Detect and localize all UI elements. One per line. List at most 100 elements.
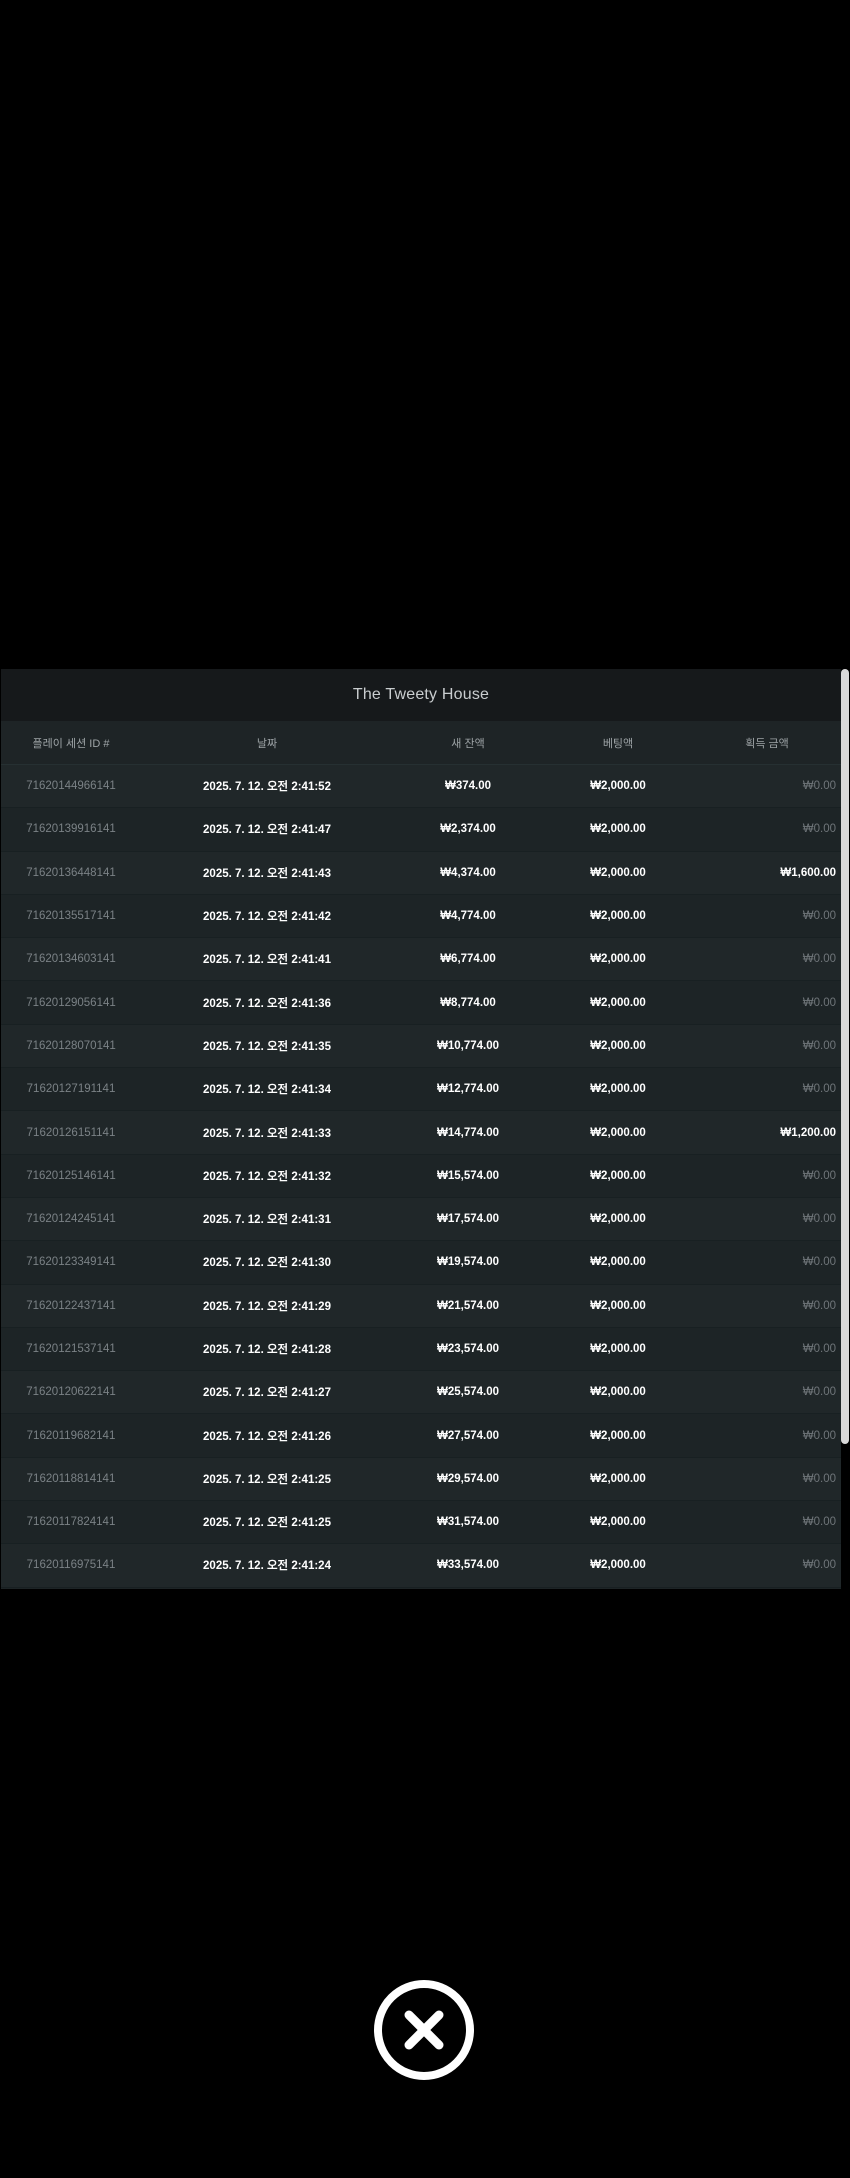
balance-cell: ₩27,574.00 xyxy=(436,1429,499,1442)
date-cell: 2025. 7. 12. 오전 2:41:30 xyxy=(203,1257,331,1270)
balance-cell: ₩25,574.00 xyxy=(436,1386,499,1399)
bet-cell: ₩2,000.00 xyxy=(590,1213,646,1226)
bet-cell: ₩2,000.00 xyxy=(590,1126,646,1139)
table-row[interactable]: 71620122437141 2025. 7. 12. 오전 2:41:29 ₩21… xyxy=(1,1284,841,1328)
table-row[interactable]: 716201449661​41 2025. 7. 12. 오전 2:41:52 ₩3… xyxy=(1,765,841,809)
session-id-cell: 71620122437141 xyxy=(26,1299,116,1312)
bet-cell: ₩2,000.00 xyxy=(590,780,646,793)
table-row[interactable]: 71620129056141 2025. 7. 12. 오전 2:41:36 ₩8,… xyxy=(1,981,841,1025)
session-id-cell: 71620123349141 xyxy=(26,1256,116,1269)
session-id-cell: 71620119682141 xyxy=(26,1429,116,1442)
table-row[interactable]: 71620126151141 2025. 7. 12. 오전 2:41:33 ₩14… xyxy=(1,1111,841,1155)
win-cell: ₩0.00 xyxy=(802,1343,836,1355)
date-cell: 2025. 7. 12. 오전 2:41:42 xyxy=(203,911,331,924)
session-id-cell: 716201449661​41 xyxy=(26,780,116,793)
table-row[interactable]: 71620125146141 2025. 7. 12. 오전 2:41:32 ₩15… xyxy=(1,1154,841,1198)
date-cell: 2025. 7. 12. 오전 2:41:31 xyxy=(203,1214,331,1227)
table-row[interactable]: 71620119682141 2025. 7. 12. 오전 2:41:26 ₩27… xyxy=(1,1414,841,1458)
date-cell: 2025. 7. 12. 오전 2:41:25 xyxy=(203,1517,331,1530)
balance-cell: ₩31,574.00 xyxy=(436,1516,499,1529)
date-cell: 2025. 7. 12. 오전 2:41:27 xyxy=(203,1387,331,1400)
session-id-cell: 71620135517141 xyxy=(26,910,116,923)
col-bet: 베팅액 xyxy=(602,737,634,750)
date-cell: 2025. 7. 12. 오전 2:41:33 xyxy=(203,1127,331,1140)
session-id-cell: 71620126151141 xyxy=(26,1126,116,1139)
balance-cell: ₩4,374.00 xyxy=(440,866,496,879)
balance-cell: ₩4,774.00 xyxy=(440,910,496,923)
col-new-balance: 새 잔액 xyxy=(451,737,485,750)
win-cell: ₩0.00 xyxy=(802,1256,836,1269)
win-cell: ₩1,600.00 xyxy=(780,866,836,879)
date-cell: 2025. 7. 12. 오전 2:41:28 xyxy=(203,1344,331,1356)
win-cell: ₩0.00 xyxy=(802,1472,836,1485)
balance-cell: ₩10,774.00 xyxy=(436,1039,499,1052)
balance-cell: ₩374.00 xyxy=(444,780,492,793)
balance-cell: ₩8,774.00 xyxy=(440,996,496,1009)
date-cell: 2025. 7. 12. 오전 2:41:36 xyxy=(203,997,331,1010)
win-cell: ₩1,200.00 xyxy=(780,1126,836,1139)
date-cell: 2025. 7. 12. 오전 2:41:25 xyxy=(203,1473,331,1486)
table-row[interactable]: 71620117824141 2025. 7. 12. 오전 2:41:25 ₩31… xyxy=(1,1501,841,1545)
bet-cell: ₩2,000.00 xyxy=(590,1516,646,1529)
date-cell: 2025. 7. 12. 오전 2:41:26 xyxy=(203,1430,331,1443)
table-row[interactable]: 71620120622141 2025. 7. 12. 오전 2:41:27 ₩25… xyxy=(1,1371,841,1415)
table-row[interactable]: 71620123349141 2025. 7. 12. 오전 2:41:30 ₩19… xyxy=(1,1241,841,1285)
session-id-cell: 71620127191141 xyxy=(26,1083,116,1096)
balance-cell: ₩15,574.00 xyxy=(436,1169,499,1182)
table-row[interactable]: 71620127191141 2025. 7. 12. 오전 2:41:34 ₩12… xyxy=(1,1068,841,1112)
table-row[interactable]: 71620128070141 2025. 7. 12. 오전 2:41:35 ₩10… xyxy=(1,1024,841,1069)
session-id-cell: 71620129056141 xyxy=(26,996,116,1009)
bet-cell: ₩2,000.00 xyxy=(590,823,646,836)
session-id-cell: 71620121537141 xyxy=(26,1343,116,1355)
col-session-id: 플레이 세션 ID # xyxy=(32,737,110,750)
date-cell: 2025. 7. 12. 오전 2:41:52 xyxy=(203,781,331,794)
bet-cell: ₩2,000.00 xyxy=(590,866,646,879)
bet-cell: ₩2,000.00 xyxy=(590,953,646,966)
win-cell: ₩0.00 xyxy=(802,1559,836,1572)
balance-cell: ₩23,574.00 xyxy=(436,1343,499,1355)
bet-cell: ₩2,000.00 xyxy=(590,1559,646,1572)
bet-cell: ₩2,000.00 xyxy=(590,1256,646,1269)
table-row[interactable]: 71620118814141 2025. 7. 12. 오전 2:41:25 ₩29… xyxy=(1,1457,841,1502)
balance-cell: ₩14,774.00 xyxy=(436,1126,499,1139)
balance-cell: ₩33,574.00 xyxy=(436,1559,499,1572)
bet-cell: ₩2,000.00 xyxy=(590,1386,646,1399)
balance-cell: ₩21,574.00 xyxy=(436,1299,499,1312)
table-row[interactable]: 71620136448141 2025. 7. 12. 오전 2:41:43 ₩4,… xyxy=(1,851,841,895)
bet-cell: ₩2,000.00 xyxy=(590,910,646,923)
table-row[interactable]: 71620116975141 2025. 7. 12. 오전 2:41:24 ₩33… xyxy=(1,1544,841,1588)
session-id-cell: 71620120622141 xyxy=(26,1386,116,1399)
date-cell: 2025. 7. 12. 오전 2:41:35 xyxy=(203,1040,331,1053)
close-button[interactable] xyxy=(374,1980,474,2080)
table-row[interactable]: 71620134603141 2025. 7. 12. 오전 2:41:41 ₩6,… xyxy=(1,938,841,982)
history-panel: The Tweety House 플레이 세션 ID # 날짜 새 잔액 베팅액… xyxy=(1,669,841,1589)
session-id-cell: 71620118814141 xyxy=(26,1472,116,1485)
session-id-cell: 71620139916141 xyxy=(26,823,116,836)
bet-cell: ₩2,000.00 xyxy=(590,1472,646,1485)
table-row[interactable]: 71620139916141 2025. 7. 12. 오전 2:41:47 ₩2,… xyxy=(1,808,841,852)
table-body[interactable]: 716201449661​41 2025. 7. 12. 오전 2:41:52 ₩3… xyxy=(1,765,841,1588)
balance-cell: ₩6,774.00 xyxy=(440,953,496,966)
date-cell: 2025. 7. 12. 오전 2:41:41 xyxy=(203,954,331,967)
col-date: 날짜 xyxy=(256,737,278,750)
date-cell: 2025. 7. 12. 오전 2:41:47 xyxy=(203,824,331,837)
session-id-cell: 71620134603141 xyxy=(26,953,116,966)
table-row[interactable]: 71620135517141 2025. 7. 12. 오전 2:41:42 ₩4,… xyxy=(1,894,841,939)
date-cell: 2025. 7. 12. 오전 2:41:32 xyxy=(203,1170,331,1183)
win-cell: ₩0.00 xyxy=(802,1429,836,1442)
session-id-cell: 71620128070141 xyxy=(26,1039,116,1052)
balance-cell: ₩17,574.00 xyxy=(436,1213,499,1226)
win-cell: ₩0.00 xyxy=(802,1516,836,1529)
table-row[interactable]: 71620121537141 2025. 7. 12. 오전 2:41:28 ₩23… xyxy=(1,1327,841,1372)
win-cell: ₩0.00 xyxy=(802,1083,836,1096)
scrollbar[interactable] xyxy=(841,669,849,1444)
win-cell: ₩0.00 xyxy=(802,1039,836,1052)
balance-cell: ₩12,774.00 xyxy=(436,1083,499,1096)
win-cell: ₩0.00 xyxy=(802,953,836,966)
table-row[interactable]: 71620124245141 2025. 7. 12. 오전 2:41:31 ₩17… xyxy=(1,1197,841,1242)
date-cell: 2025. 7. 12. 오전 2:41:24 xyxy=(203,1560,331,1573)
balance-cell: ₩2,374.00 xyxy=(440,823,496,836)
win-cell: ₩0.00 xyxy=(802,780,836,793)
session-id-cell: 71620117824141 xyxy=(26,1516,116,1529)
win-cell: ₩0.00 xyxy=(802,910,836,923)
